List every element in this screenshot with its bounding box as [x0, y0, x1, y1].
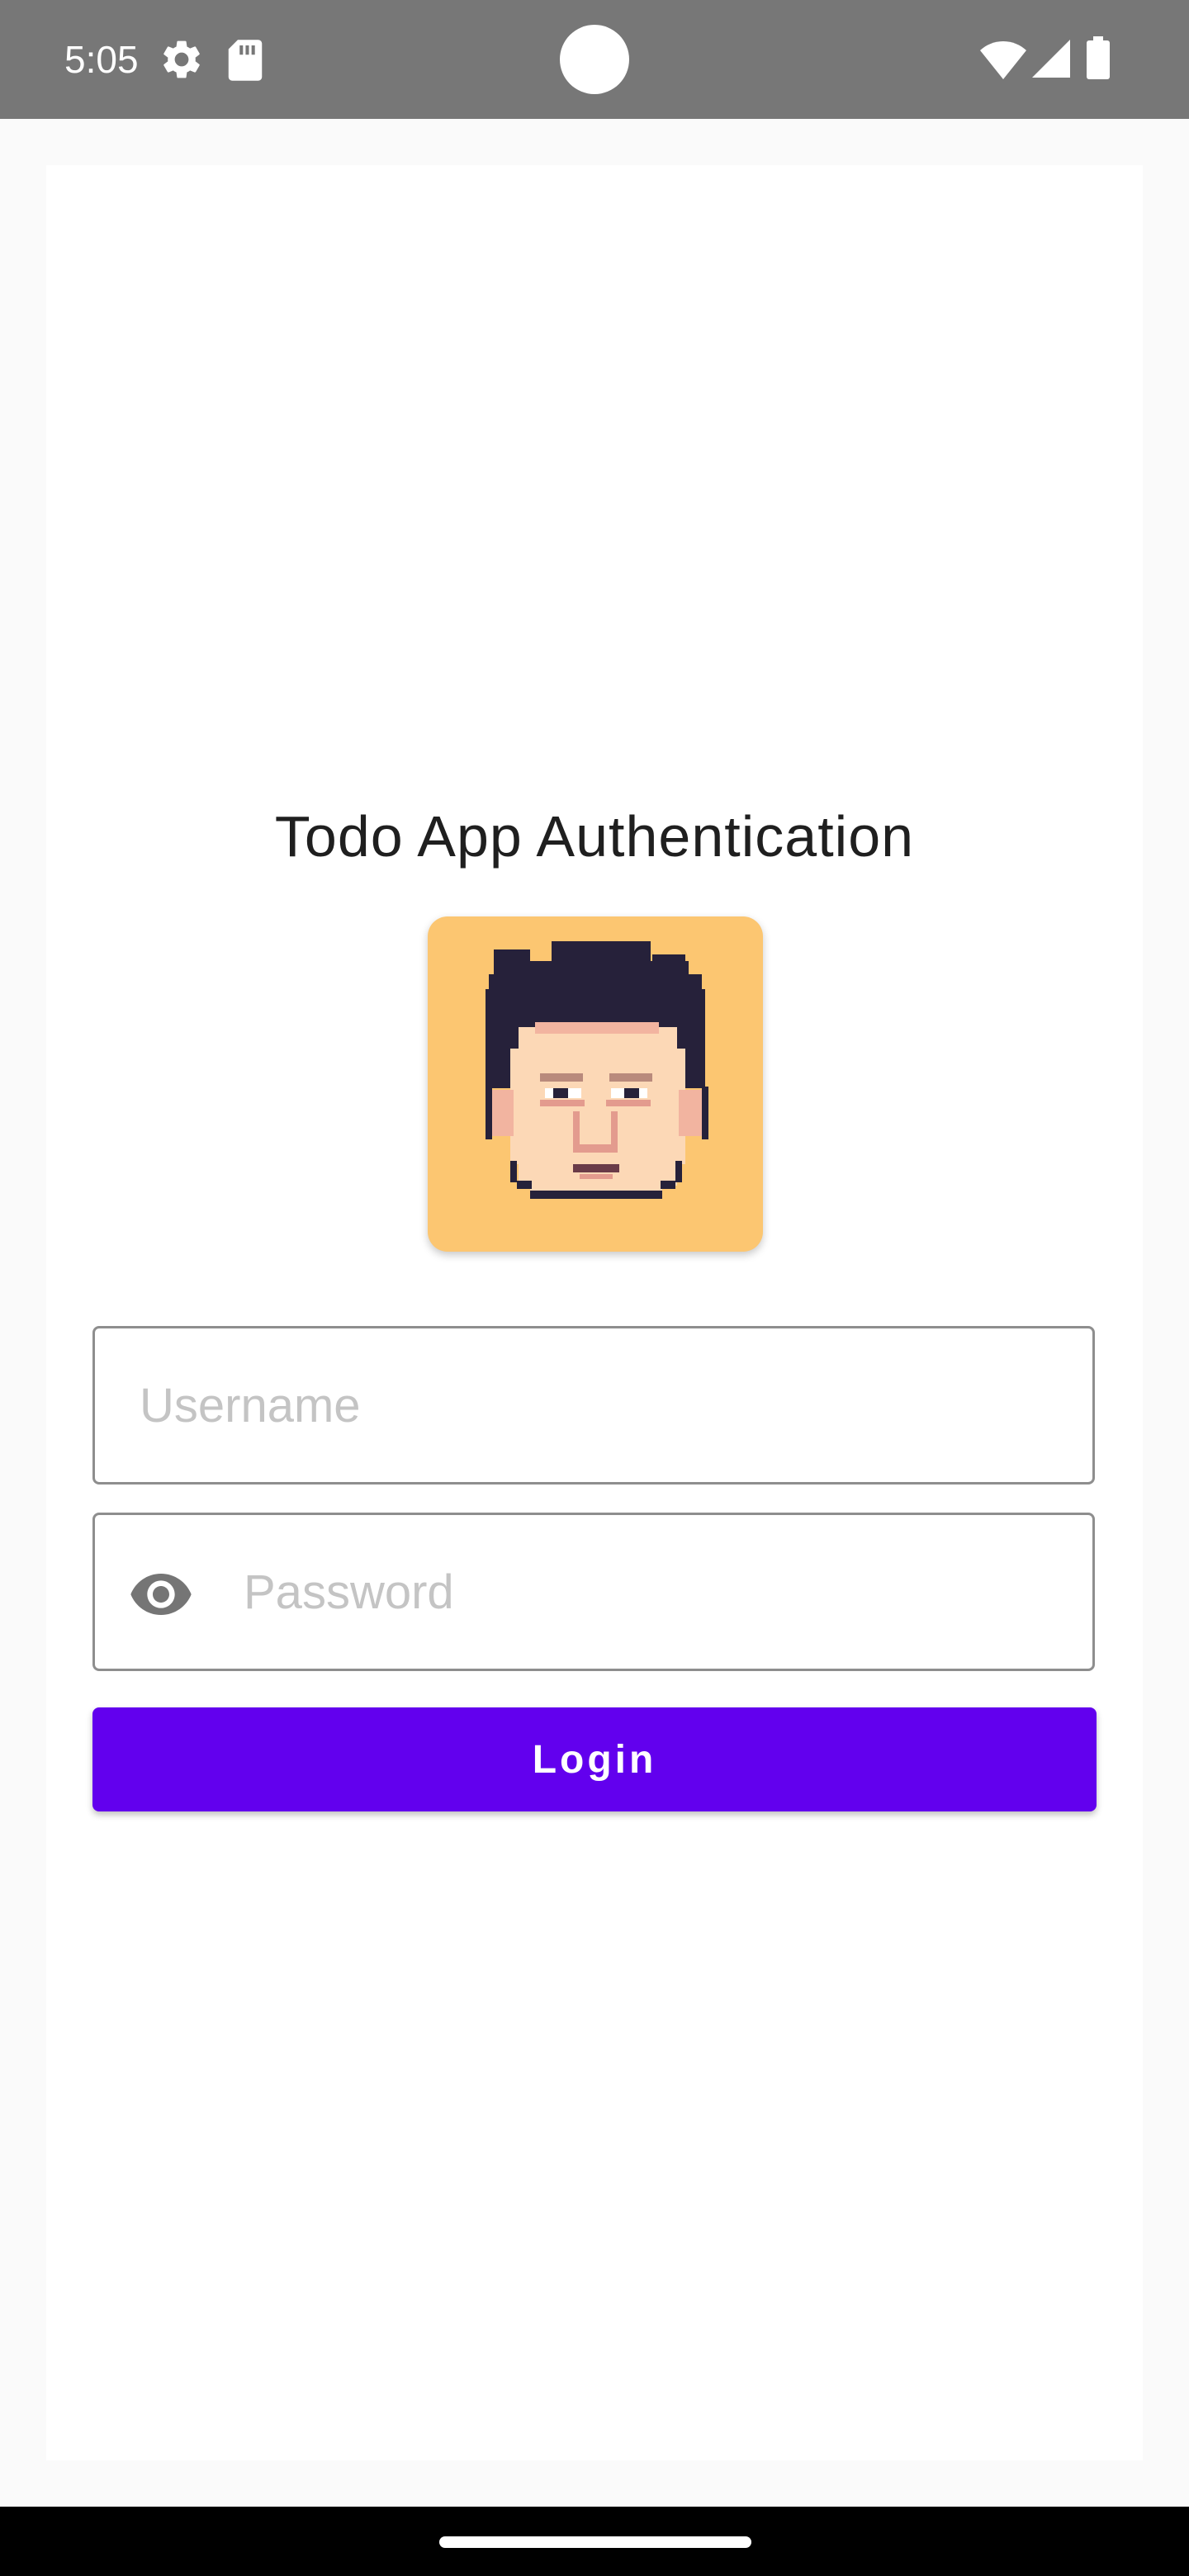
avatar: [428, 916, 763, 1252]
login-card: [46, 165, 1143, 2460]
battery-icon: [1087, 36, 1110, 79]
cellular-signal-icon: [1032, 40, 1070, 78]
eye-icon[interactable]: [128, 1561, 194, 1627]
pixel-face-avatar-icon: [486, 941, 708, 1199]
home-gesture-handle[interactable]: [439, 2536, 751, 2548]
username-input[interactable]: [140, 1328, 1064, 1482]
camera-cutout: [560, 25, 629, 94]
page-title: Todo App Authentication: [274, 804, 915, 869]
login-button[interactable]: Login: [92, 1707, 1097, 1811]
username-field[interactable]: [92, 1326, 1095, 1485]
wifi-icon: [980, 41, 1026, 79]
password-input[interactable]: [244, 1515, 1069, 1669]
status-time: 5:05: [64, 38, 139, 81]
sd-card-icon: [228, 40, 263, 81]
status-bar: 5:05: [0, 0, 1189, 119]
settings-gear-icon: [163, 40, 200, 78]
password-field[interactable]: [92, 1513, 1095, 1671]
